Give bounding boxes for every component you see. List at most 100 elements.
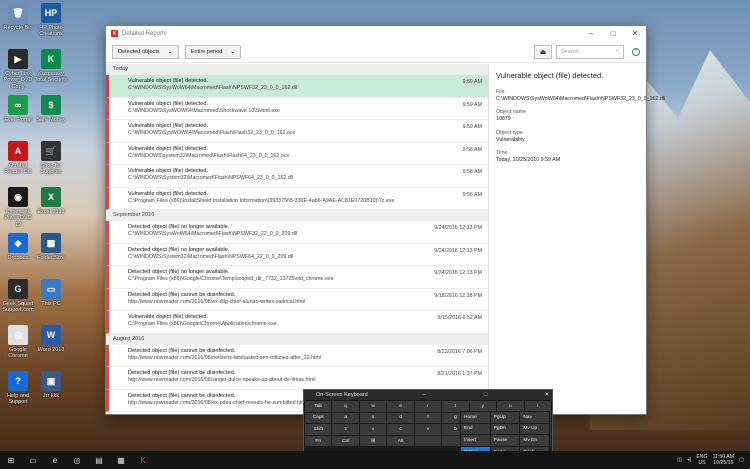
desktop-icon[interactable]: $ Safe Money <box>34 95 68 123</box>
osk-key[interactable]: Alt <box>387 435 414 447</box>
osk-key[interactable]: Tab <box>305 401 332 412</box>
close-icon[interactable]: ✕ <box>542 392 552 398</box>
search-input[interactable]: Search ⌕ <box>556 44 624 59</box>
osk-key[interactable]: s <box>359 412 387 424</box>
minimize-icon[interactable]: – <box>580 29 602 38</box>
maximize-icon[interactable]: □ <box>602 29 624 38</box>
osk-key[interactable]: y <box>469 401 497 412</box>
osk-nav-key[interactable]: Pause <box>490 435 520 446</box>
desktop-icon[interactable]: ▭ This PC <box>34 279 68 307</box>
period-filter-dropdown[interactable]: Entire period ⌄ <box>184 44 242 59</box>
desktop-icon[interactable]: ◎ Google Chrome <box>1 325 35 360</box>
osk-key[interactable]: c <box>387 424 414 435</box>
osk-key[interactable]: v <box>414 424 442 435</box>
osk-key[interactable]: z <box>332 424 359 435</box>
edge-icon[interactable]: e <box>44 451 66 469</box>
list-item[interactable]: Vulnerable object (file) detected. C:\WIN… <box>106 120 488 143</box>
desktop-icon[interactable]: W Word 2013 <box>34 325 68 353</box>
osk-key[interactable]: t <box>442 401 469 412</box>
list-item[interactable]: Vulnerable object (file) detected. C:\WIN… <box>106 142 488 165</box>
osk-nav-key[interactable]: Nav <box>520 412 549 423</box>
desktop-icon[interactable]: 🛒 Shop for Supplies <box>34 141 68 176</box>
desktop-icon[interactable]: K Kaspersky Total Security <box>34 49 68 84</box>
osk-key[interactable]: a <box>332 412 359 424</box>
notification-icon[interactable]: ▢ <box>739 457 744 463</box>
list-item[interactable]: Vulnerable object (file) detected. C:\WIN… <box>106 97 488 120</box>
item-path: http://www.nowreader.com/2016/08/ex-dilg… <box>128 298 306 305</box>
desktop-icon[interactable]: ▶ Cyber Link Power DVD Copy <box>1 49 35 90</box>
desktop-icon[interactable]: 🗑 Recycle Bin <box>1 3 35 31</box>
language-indicator[interactable]: ENG US <box>696 454 707 466</box>
osk-nav-key[interactable]: Home <box>461 412 490 423</box>
item-path: C:\Program Files (x86)\InstallShield Ins… <box>128 197 395 204</box>
desktop-icon[interactable]: X Excel 2013 <box>34 187 68 215</box>
object-name-label: Object name <box>496 109 527 116</box>
app-icon: X <box>41 187 61 207</box>
osk-key[interactable]: r <box>414 401 442 412</box>
desktop-icon[interactable]: ◆ Dropbox <box>1 233 35 261</box>
osk-key[interactable]: x <box>359 424 387 435</box>
osk-key[interactable]: q <box>332 401 359 412</box>
osk-key[interactable] <box>414 435 442 447</box>
task-view-icon[interactable]: ▭ <box>22 451 44 469</box>
desktop-icon[interactable]: HP HP Photo Creations <box>34 3 68 38</box>
time-value: Today, 10/25/2016 9:59 AM <box>496 157 561 164</box>
list-item[interactable]: Detected object (file) no longer availab… <box>106 266 488 289</box>
objects-filter-dropdown[interactable]: Detected objects ⌄ <box>112 44 179 59</box>
export-button[interactable]: ⏏ <box>534 44 552 59</box>
list-item[interactable]: Vulnerable object (file) detected. C:\Pro… <box>106 311 488 334</box>
osk-nav-key[interactable]: Insert <box>461 435 490 446</box>
desktop-icon[interactable]: G Geek Squad Support.com <box>1 279 35 314</box>
kaspersky-icon[interactable]: K <box>132 451 154 469</box>
desktop-icon[interactable]: ◉ CyberLink PowerDVD 12 <box>1 187 35 228</box>
desktop-icon[interactable]: ? Help and Support <box>1 371 35 406</box>
item-date: 8/21/2016 1:37 PM <box>437 371 482 377</box>
osk-key[interactable]: Fn <box>305 435 332 447</box>
detailed-reports-window: K Detailed Reports – □ ✕ Detected object… <box>105 25 665 415</box>
list-item[interactable]: Detected object (file) no longer availab… <box>106 243 488 266</box>
osk-key[interactable]: Ctrl <box>332 435 359 447</box>
osk-nav-key[interactable]: End <box>461 423 490 435</box>
clock[interactable]: 11:50 AM 10/25/16 <box>713 454 735 466</box>
chrome-icon[interactable]: ◎ <box>66 451 88 469</box>
close-icon[interactable]: ✕ <box>624 29 646 38</box>
osk-nav-key[interactable]: PgUp <box>490 412 520 423</box>
desktop-icon[interactable]: ▦ Folder Size <box>34 233 68 261</box>
list-item[interactable]: Detected object (file) cannot be disinfe… <box>106 288 488 311</box>
item-path: http://www.nowreader.com/2016/08/singer-… <box>128 377 316 383</box>
osk-key[interactable]: w <box>359 401 387 412</box>
list-item[interactable]: Detected object (file) cannot be disinfe… <box>106 344 488 367</box>
start-icon[interactable]: ⊞ <box>0 451 22 469</box>
app-icon: ◉ <box>8 187 28 207</box>
osk-nav-key[interactable]: Mv Dn <box>520 435 549 446</box>
desktop-icon[interactable]: ∞ Ever Portal <box>1 95 35 123</box>
osk-nav-key[interactable]: PgDn <box>490 423 520 435</box>
app-icon: ◆ <box>8 233 28 253</box>
file-explorer-icon[interactable]: ▤ <box>88 451 110 469</box>
osk-key[interactable]: i <box>524 401 551 412</box>
osk-key[interactable]: Shift <box>305 424 332 435</box>
osk-key[interactable]: u <box>497 401 524 412</box>
close-icon[interactable]: – <box>419 392 429 398</box>
osk-key[interactable]: d <box>387 412 414 424</box>
list-item[interactable]: Detected object (file) no longer availab… <box>106 221 488 244</box>
list-item[interactable]: Detected object (file) cannot be disinfe… <box>106 367 488 390</box>
osk-key[interactable]: ⊞ <box>359 435 387 447</box>
item-path: C:\Program Files (x86)\Google\Chrome\App… <box>128 321 277 327</box>
desktop-icon[interactable]: ▣ Jrr kkk <box>34 371 68 399</box>
osk-nav-key[interactable]: Mv Up <box>520 423 549 435</box>
osk-key[interactable]: f <box>414 412 442 424</box>
desktop-icon[interactable]: A Acrobat Reader DC <box>1 141 35 176</box>
help-icon[interactable]: ? <box>632 47 640 56</box>
list-item[interactable]: Vulnerable object (file) detected. C:\Pro… <box>106 187 488 210</box>
osk-key[interactable]: Caps <box>305 412 332 424</box>
store-icon[interactable]: ▦ <box>110 451 132 469</box>
item-date: 9/15/2016 6:52 AM <box>437 315 482 321</box>
list-item[interactable]: Vulnerable object (file) detected. C:\WIN… <box>106 75 488 98</box>
maximize-icon[interactable]: □ <box>481 392 491 398</box>
list-item[interactable]: Vulnerable object (file) detected. C:\WIN… <box>106 165 488 188</box>
desktop-icon-label: Word 2013 <box>37 347 65 353</box>
volume-icon[interactable]: ◂) <box>687 457 691 463</box>
network-icon[interactable]: ◫ <box>677 457 682 463</box>
osk-key[interactable]: e <box>387 401 414 412</box>
